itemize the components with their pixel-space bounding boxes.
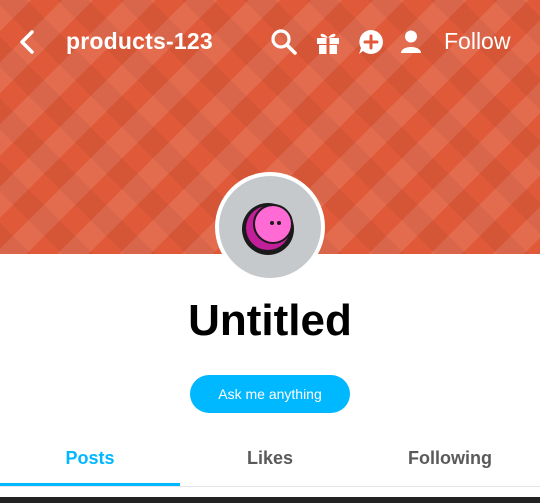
chat-plus-icon[interactable] [357,28,385,56]
profile-tabs: Posts Likes Following [0,432,540,487]
avatar[interactable] [215,172,325,282]
content-divider [0,497,540,503]
blog-title: Untitled [188,296,352,345]
gift-icon[interactable] [314,28,342,56]
ask-me-anything-button[interactable]: Ask me anything [190,375,350,413]
top-bar: products-123 Follow [0,0,540,84]
back-icon[interactable] [12,24,42,60]
search-icon[interactable] [270,28,298,56]
avatar-image [219,176,321,278]
follow-button[interactable]: Follow [444,28,510,55]
blog-name[interactable]: products-123 [66,28,213,55]
user-icon[interactable] [397,28,425,56]
tab-posts[interactable]: Posts [0,432,180,486]
tab-following[interactable]: Following [360,432,540,486]
tab-likes[interactable]: Likes [180,432,360,486]
